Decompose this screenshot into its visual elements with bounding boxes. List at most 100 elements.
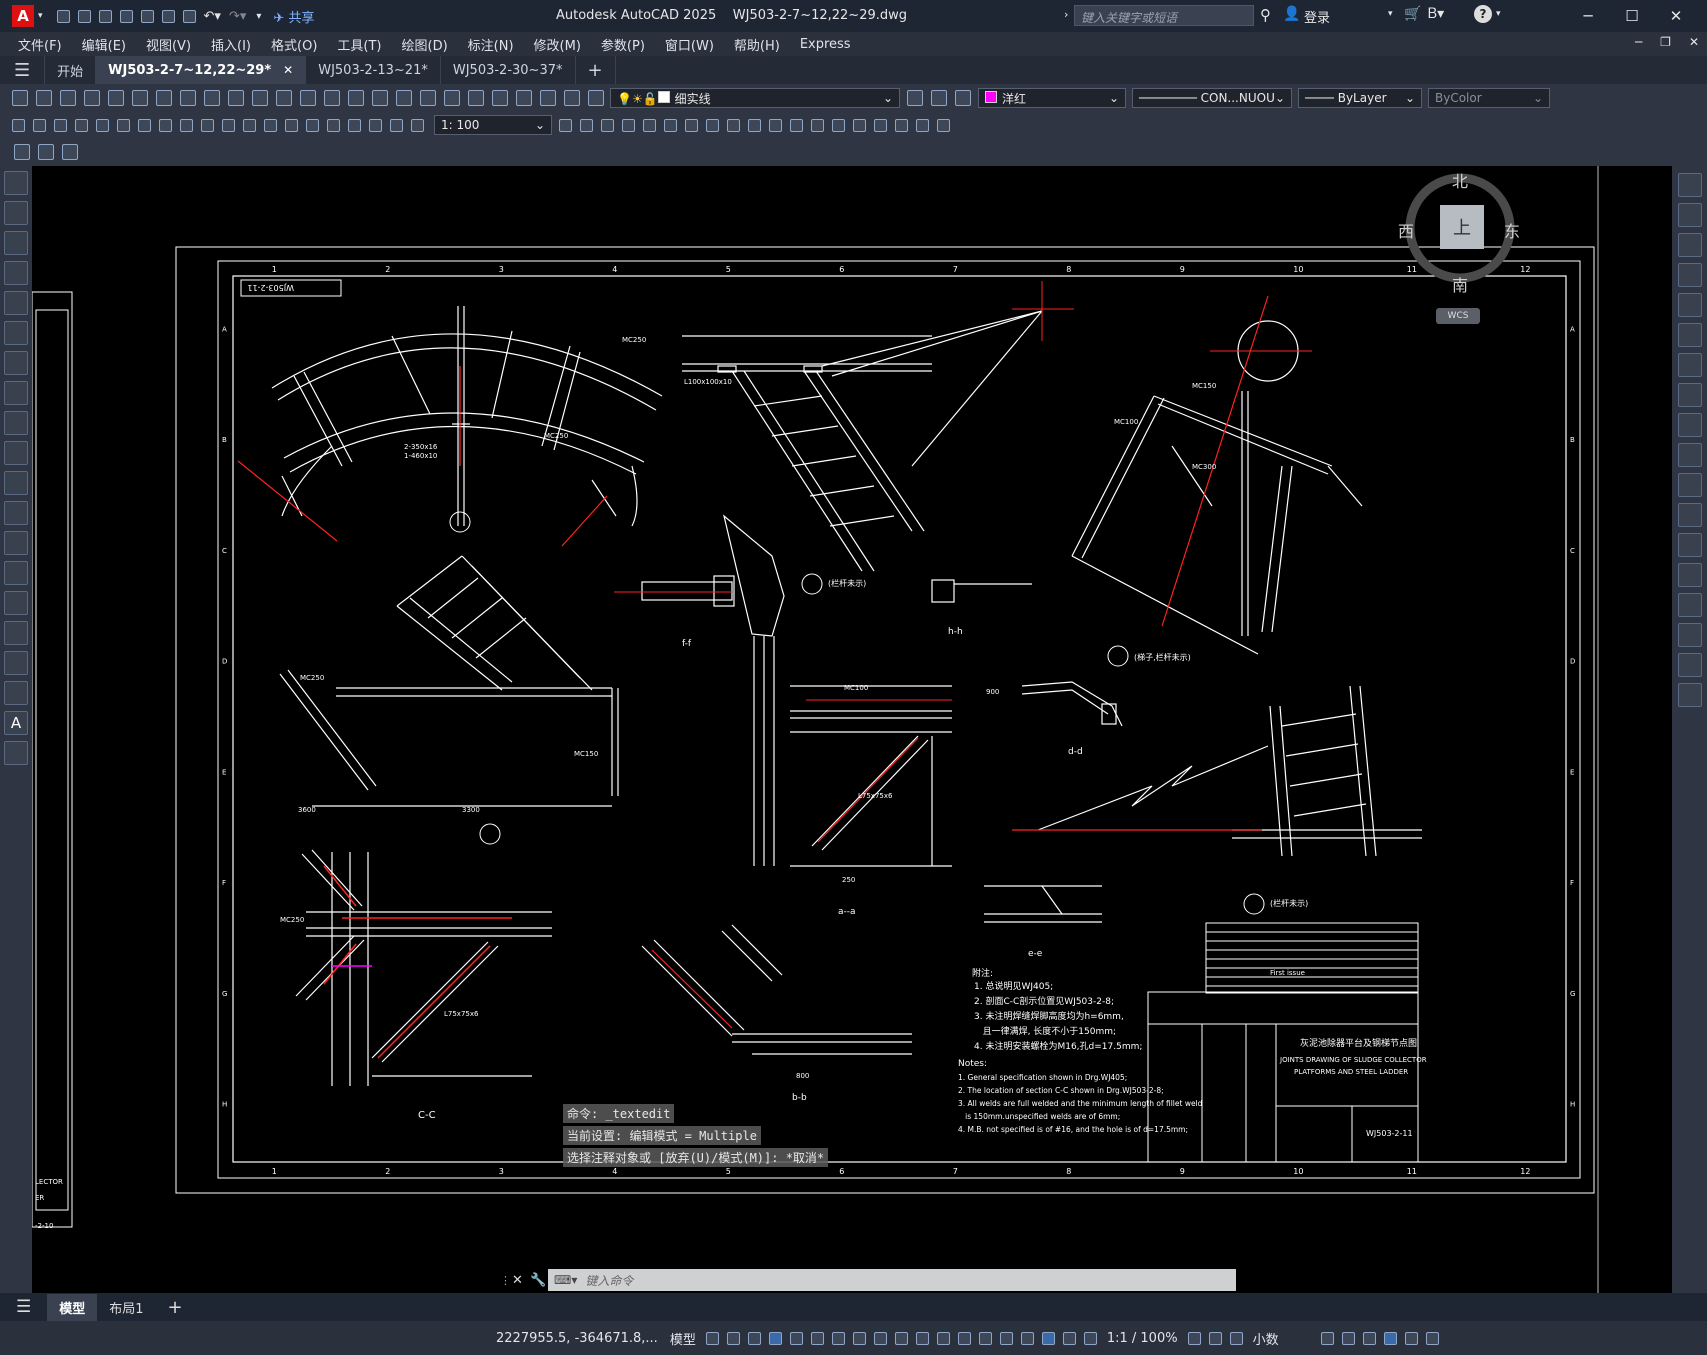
dynamic-input-icon[interactable]	[768, 1331, 782, 1345]
viewcube-west[interactable]: 西	[1398, 218, 1414, 242]
menu-edit[interactable]: 编辑(E)	[72, 35, 136, 54]
add-selected-icon[interactable]	[4, 741, 28, 765]
quick-properties-icon[interactable]	[1320, 1331, 1334, 1345]
color-dropdown[interactable]: 洋红 ⌄	[978, 88, 1126, 108]
arc-icon[interactable]	[4, 321, 28, 345]
section-plane-icon[interactable]	[916, 118, 929, 132]
explode-icon[interactable]	[1677, 683, 1702, 707]
menu-insert[interactable]: 插入(I)	[201, 35, 261, 54]
shell-icon[interactable]	[853, 118, 866, 132]
save-as-icon[interactable]	[119, 9, 133, 23]
plotstyle-dropdown[interactable]: ByColor ⌄	[1428, 88, 1550, 108]
close-button[interactable]: ✕	[1654, 2, 1698, 30]
zoom-previous-icon[interactable]	[420, 90, 436, 106]
gradient-icon[interactable]	[4, 621, 28, 645]
polygon-icon[interactable]	[4, 261, 28, 285]
lock-ui-icon[interactable]	[1341, 1331, 1355, 1345]
paste-icon[interactable]	[228, 90, 244, 106]
copy-faces-icon[interactable]	[748, 118, 761, 132]
extend-icon[interactable]	[1677, 473, 1702, 497]
copy-icon[interactable]	[204, 90, 220, 106]
new-icon[interactable]	[12, 90, 28, 106]
dimension-edit-icon[interactable]	[369, 118, 382, 132]
hatch-icon[interactable]	[4, 591, 28, 615]
polar-tracking-icon[interactable]	[810, 1331, 824, 1345]
pan-icon[interactable]	[348, 90, 364, 106]
trim-icon[interactable]	[1677, 443, 1702, 467]
help-chevron-icon[interactable]: ▾	[1496, 9, 1501, 19]
menu-format[interactable]: 格式(O)	[261, 35, 327, 54]
autodesk-app-icon[interactable]: Ᏼ▾	[1428, 6, 1444, 22]
save-to-web-icon[interactable]	[161, 9, 175, 23]
isometric-icon[interactable]	[831, 1331, 845, 1345]
dimension-break-icon[interactable]	[264, 118, 277, 132]
help-icon[interactable]: ?	[1474, 5, 1492, 23]
match-properties-icon[interactable]	[252, 90, 268, 106]
search-chevron-icon[interactable]: ›	[1064, 8, 1068, 21]
undo-icon[interactable]	[300, 90, 316, 106]
doc-close-button[interactable]: ✕	[1689, 35, 1699, 49]
move-faces-icon[interactable]	[643, 118, 656, 132]
open-from-web-icon[interactable]	[140, 9, 154, 23]
delete-faces-icon[interactable]	[685, 118, 698, 132]
clean-icon[interactable]	[811, 118, 824, 132]
command-close-icon[interactable]: ✕	[512, 1273, 530, 1288]
app-menu-chevron-icon[interactable]: ▾	[38, 11, 43, 21]
extrude-faces-icon[interactable]	[622, 118, 635, 132]
transparency-icon[interactable]	[915, 1331, 929, 1345]
customization-icon[interactable]	[1425, 1331, 1439, 1345]
command-grip-icon[interactable]: ⋮	[500, 1274, 512, 1287]
menu-window[interactable]: 窗口(W)	[655, 35, 724, 54]
point-icon[interactable]	[4, 561, 28, 585]
offset-faces-icon[interactable]	[664, 118, 677, 132]
angular-dimension-icon[interactable]	[159, 118, 172, 132]
inspection-icon[interactable]	[327, 118, 340, 132]
command-customize-icon[interactable]: 🔧	[530, 1273, 548, 1288]
subtract-icon[interactable]	[580, 118, 593, 132]
print-icon[interactable]	[84, 90, 100, 106]
dimension-update-icon[interactable]	[411, 118, 424, 132]
doc-minimize-button[interactable]: ─	[1635, 35, 1642, 49]
layer-states-icon[interactable]	[955, 90, 971, 106]
polyline-icon[interactable]	[4, 231, 28, 255]
revision-cloud-icon[interactable]	[4, 381, 28, 405]
intersect-icon[interactable]	[601, 118, 614, 132]
search-icon[interactable]: ⚲	[1260, 6, 1271, 24]
customize-toolbar-icon[interactable]: ▾	[256, 11, 261, 22]
block-editor-icon[interactable]	[276, 90, 292, 106]
login-chevron-icon[interactable]: ▾	[1388, 9, 1393, 19]
make-block-icon[interactable]	[4, 531, 28, 555]
lineweight-dropdown[interactable]: ──── ByLayer ⌄	[1298, 88, 1422, 108]
tolerance-icon[interactable]	[285, 118, 298, 132]
jogged-dimension-icon[interactable]	[117, 118, 130, 132]
isolate-objects-icon[interactable]	[1362, 1331, 1376, 1345]
slice-icon[interactable]	[895, 118, 908, 132]
blend-curves-icon[interactable]	[1677, 653, 1702, 677]
annotation-monitor-icon[interactable]	[1208, 1331, 1222, 1345]
radius-dimension-icon[interactable]	[96, 118, 109, 132]
region-icon[interactable]	[4, 651, 28, 675]
redo-icon[interactable]: ↷▾	[229, 9, 246, 24]
help-icon[interactable]	[564, 90, 580, 106]
selection-filter-icon[interactable]	[999, 1331, 1013, 1345]
object-snap-tracking-icon[interactable]	[852, 1331, 866, 1345]
linear-dimension-icon[interactable]	[12, 118, 25, 132]
insert-block-icon[interactable]	[4, 501, 28, 525]
line-icon[interactable]	[4, 171, 28, 195]
viewcube-north[interactable]: 北	[1452, 168, 1468, 192]
new-tab-button[interactable]: +	[576, 56, 616, 84]
lineweight-icon[interactable]	[894, 1331, 908, 1345]
menu-view[interactable]: 视图(V)	[136, 35, 201, 54]
infer-constraints-icon[interactable]	[747, 1331, 761, 1345]
continue-dimension-icon[interactable]	[222, 118, 235, 132]
annotation-scale-icon[interactable]	[1083, 1331, 1097, 1345]
grid-icon[interactable]	[705, 1331, 719, 1345]
menu-tools[interactable]: 工具(T)	[327, 35, 391, 54]
3d-print-icon[interactable]	[156, 90, 172, 106]
open-icon[interactable]	[36, 90, 52, 106]
command-input[interactable]: ⌨▾ 键入命令	[548, 1269, 1236, 1291]
dimension-space-icon[interactable]	[243, 118, 256, 132]
plot-preview-icon[interactable]	[108, 90, 124, 106]
edit-text-icon[interactable]	[14, 144, 30, 160]
properties-icon[interactable]	[444, 90, 460, 106]
